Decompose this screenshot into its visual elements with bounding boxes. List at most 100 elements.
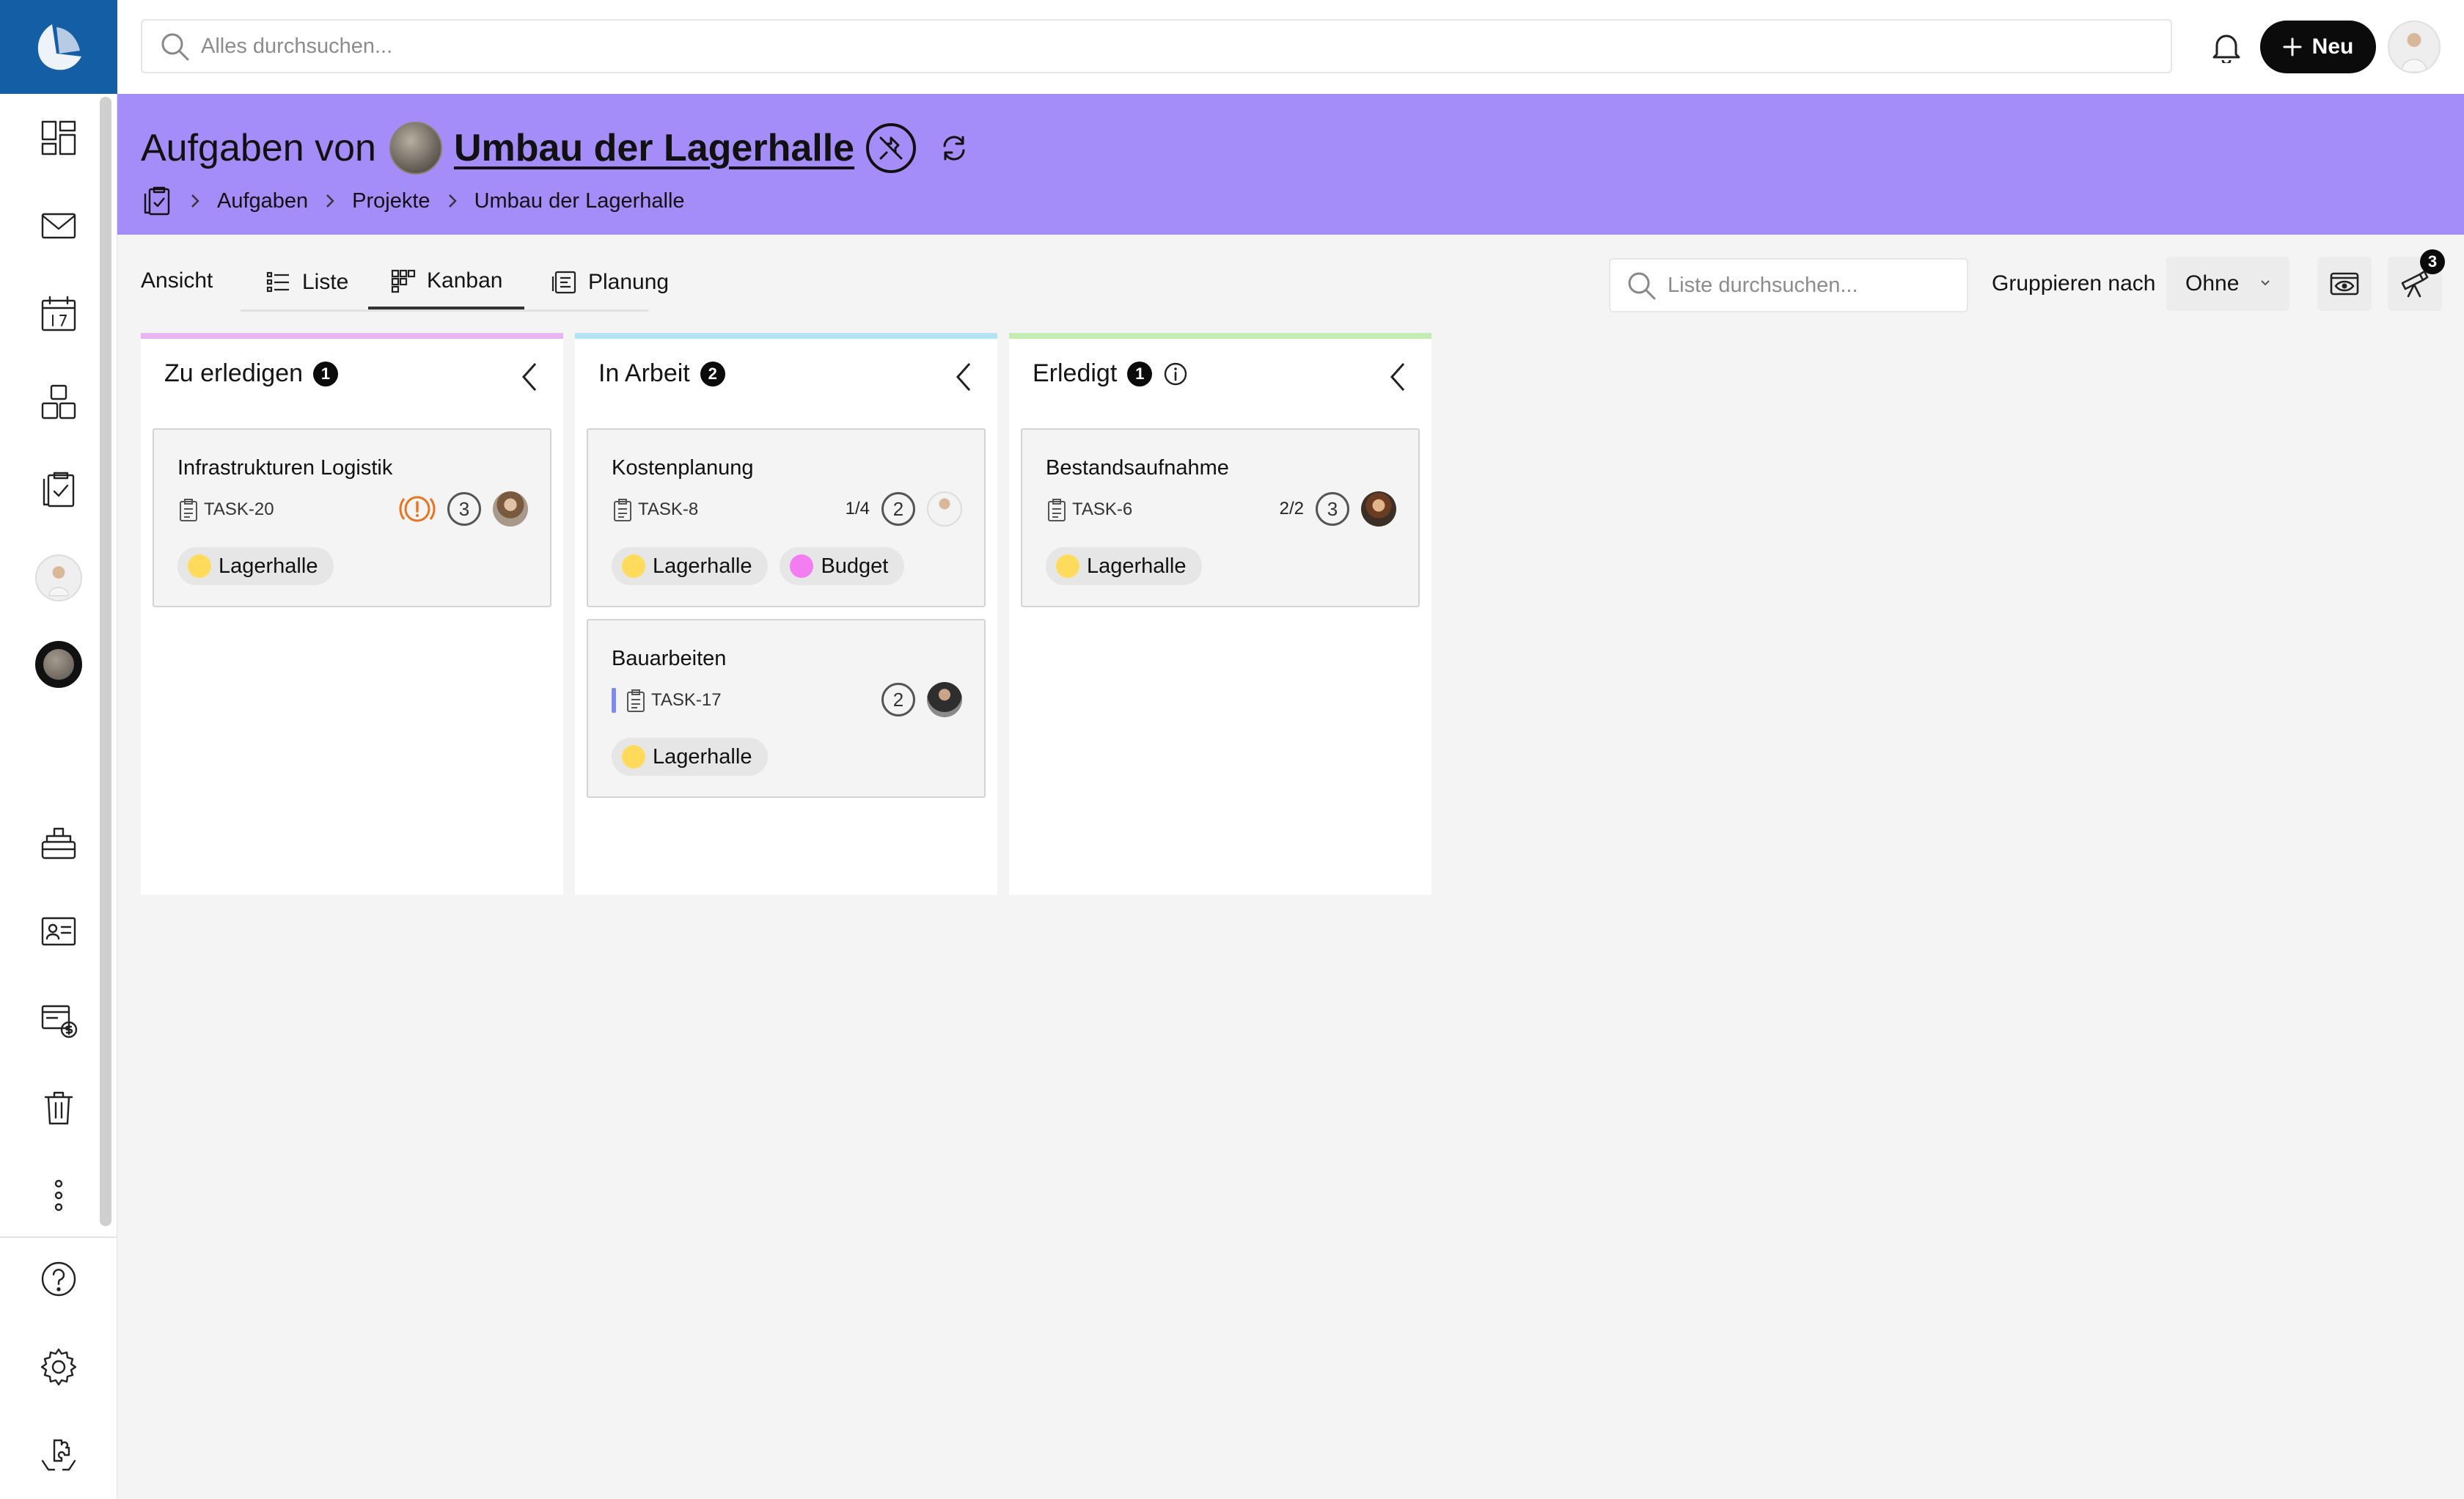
sidebar-item-integrations[interactable]: [28, 1424, 89, 1486]
project-avatar: [389, 122, 442, 175]
list-search[interactable]: [1609, 258, 1968, 312]
tab-bar-divider: [241, 309, 648, 312]
kanban-icon: [391, 269, 416, 293]
card-title: Kostenplanung: [612, 456, 754, 480]
tab-planung-label: Planung: [588, 270, 670, 294]
app-logo[interactable]: [0, 0, 117, 94]
tab-kanban[interactable]: Kanban: [368, 255, 525, 309]
sidebar-item-contacts[interactable]: [28, 901, 89, 962]
sidebar-project-avatar[interactable]: [35, 641, 82, 688]
filter-count-badge: 3: [2420, 249, 2445, 274]
tab-liste[interactable]: Liste: [243, 255, 370, 309]
sidebar-user-avatar[interactable]: [35, 554, 82, 601]
sidebar-item-sales[interactable]: [28, 813, 89, 874]
sidebar-item-help[interactable]: [28, 1248, 89, 1310]
page-header: Aufgaben von Umbau der Lagerhalle Aufgab…: [117, 94, 2464, 235]
view-toolbar: Ansicht Liste Kanban Planung Gruppieren …: [117, 235, 2464, 315]
tag-label: Budget: [821, 554, 889, 578]
task-card[interactable]: Infrastrukturen Logistik TASK-20 3 Lager…: [153, 428, 551, 607]
sidebar: [0, 0, 117, 1499]
tag-color-dot: [1056, 554, 1079, 578]
column-header: In Arbeit 2: [598, 359, 725, 388]
sidebar-item-calendar[interactable]: [28, 283, 89, 345]
subtask-progress: 1/4: [845, 499, 870, 518]
tag-lagerhalle[interactable]: Lagerhalle: [612, 738, 769, 776]
comments-count: 2: [881, 683, 915, 716]
tag-budget[interactable]: Budget: [780, 547, 905, 585]
chevron-down-icon: [2261, 280, 2270, 286]
subtask-progress: 2/2: [1279, 499, 1304, 518]
puzzle-hands-icon: [41, 1439, 76, 1471]
breadcrumb-item-aufgaben[interactable]: Aufgaben: [217, 189, 308, 213]
trash-icon: [44, 1091, 73, 1125]
user-avatar[interactable]: [2388, 21, 2441, 73]
sidebar-item-more[interactable]: [28, 1165, 89, 1226]
clipboard-icon: [614, 499, 631, 521]
card-tags: Lagerhalle Budget: [612, 547, 905, 585]
tag-lagerhalle[interactable]: Lagerhalle: [1046, 547, 1203, 585]
tag-label: Lagerhalle: [1087, 554, 1187, 578]
assignee-avatar[interactable]: [927, 682, 962, 717]
card-id-text: TASK-17: [651, 690, 722, 710]
list-search-input[interactable]: [1668, 273, 1961, 298]
sidebar-item-billing[interactable]: [28, 989, 89, 1050]
eye-icon: [2330, 272, 2359, 296]
person-icon: [48, 566, 69, 596]
sidebar-item-dashboard[interactable]: [28, 107, 89, 169]
sidebar-item-modules[interactable]: [28, 371, 89, 433]
tag-color-dot: [188, 554, 211, 578]
assignee-avatar[interactable]: [493, 491, 528, 527]
task-card[interactable]: Kostenplanung TASK-8 1/4 2 Lagerhalle Bu…: [587, 428, 986, 607]
collapse-column-button[interactable]: [946, 359, 981, 395]
tag-lagerhalle[interactable]: Lagerhalle: [177, 547, 334, 585]
sync-button[interactable]: [932, 126, 976, 170]
help-icon: [41, 1261, 76, 1297]
sidebar-item-settings[interactable]: [28, 1336, 89, 1398]
group-by-select[interactable]: Ohne: [2166, 257, 2289, 311]
column-zu-erledigen: Zu erledigen 1 Infrastrukturen Logistik …: [141, 333, 563, 895]
card-meta: 1/4 2: [846, 491, 962, 527]
new-button-label: Neu: [2311, 34, 2354, 59]
column-header: Erledigt 1: [1033, 359, 1189, 388]
task-card[interactable]: Bestandsaufnahme TASK-6 2/2 3 Lagerhalle: [1021, 428, 1420, 607]
info-icon[interactable]: [1162, 361, 1189, 387]
tag-color-dot: [622, 745, 645, 769]
chevron-left-icon: [1390, 363, 1405, 391]
breadcrumb-item-projekte[interactable]: Projekte: [352, 189, 430, 213]
global-search-input[interactable]: [201, 34, 2108, 59]
global-search[interactable]: [141, 19, 2172, 73]
card-id-text: TASK-6: [1072, 499, 1133, 519]
sidebar-item-tasks[interactable]: [28, 459, 89, 521]
tab-planung[interactable]: Planung: [529, 255, 691, 309]
collapse-column-button[interactable]: [1380, 359, 1415, 395]
task-card[interactable]: Bauarbeiten TASK-17 2 Lagerhalle: [587, 619, 986, 798]
sidebar-divider: [0, 1236, 117, 1238]
cash-register-icon: [41, 827, 76, 860]
column-title: Erledigt: [1033, 359, 1118, 387]
column-in-arbeit: In Arbeit 2 Kostenplanung TASK-8 1/4 2 L…: [575, 333, 997, 895]
card-id: TASK-20: [177, 497, 274, 522]
card-id: TASK-8: [612, 497, 698, 522]
assignee-avatar[interactable]: [1361, 491, 1396, 527]
unpin-button[interactable]: [866, 123, 917, 173]
tag-lagerhalle[interactable]: Lagerhalle: [612, 547, 769, 585]
sidebar-scrollbar[interactable]: [100, 97, 111, 1226]
notifications-button[interactable]: [2204, 25, 2248, 69]
new-button[interactable]: Neu: [2260, 21, 2376, 73]
comments-count: 2: [881, 492, 915, 526]
view-label: Ansicht: [141, 268, 213, 293]
sidebar-item-trash[interactable]: [28, 1077, 89, 1138]
card-id: TASK-6: [1046, 497, 1132, 522]
mail-icon: [41, 213, 76, 239]
assignee-avatar[interactable]: [927, 491, 962, 527]
visibility-button[interactable]: [2317, 257, 2372, 311]
project-link[interactable]: Umbau der Lagerhalle: [454, 126, 854, 170]
clipboard-icon: [1048, 499, 1066, 521]
tab-liste-label: Liste: [302, 270, 349, 294]
sidebar-item-mail[interactable]: [28, 195, 89, 257]
card-tags: Lagerhalle: [612, 738, 769, 776]
breadcrumb-item-project[interactable]: Umbau der Lagerhalle: [474, 189, 685, 213]
collapse-column-button[interactable]: [512, 359, 547, 395]
chevron-left-icon: [956, 363, 971, 391]
chevron-right-icon: [324, 193, 336, 209]
